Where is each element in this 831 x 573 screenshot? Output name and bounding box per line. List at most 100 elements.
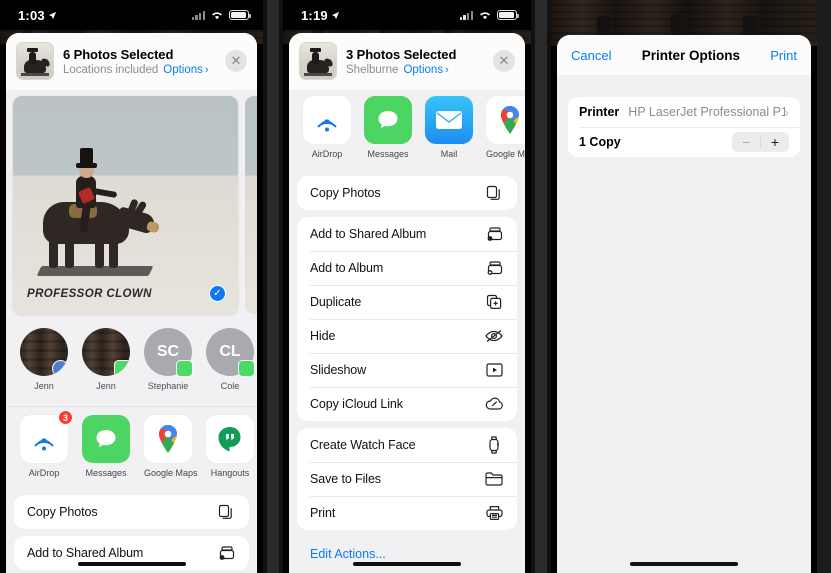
- action-row-copy-photos[interactable]: Copy Photos: [14, 495, 249, 529]
- close-icon[interactable]: ✕: [493, 50, 515, 72]
- share-sheet-1: 6 Photos Selected Locations included Opt…: [6, 33, 257, 573]
- action-label: Copy Photos: [27, 505, 98, 519]
- action-row-copy-icloud-link[interactable]: Copy iCloud Link: [297, 387, 517, 421]
- home-indicator: [353, 561, 461, 566]
- quantity-stepper[interactable]: − +: [732, 132, 789, 152]
- close-icon[interactable]: ✕: [225, 50, 247, 72]
- share-options-label: Options: [403, 63, 444, 76]
- cancel-button[interactable]: Cancel: [571, 48, 611, 63]
- action-row-duplicate[interactable]: Duplicate: [297, 285, 517, 319]
- app-label: Google Maps: [144, 468, 198, 478]
- action-row-print[interactable]: Print: [297, 496, 517, 530]
- action-group: Create Watch Face Save to Files Print: [297, 428, 517, 530]
- battery-icon: [497, 10, 520, 20]
- action-label: Copy Photos: [310, 186, 381, 200]
- photo-selected-check-icon[interactable]: ✓: [209, 285, 226, 302]
- screenshot-stage: 1:03 6 Photos Selected Locations include…: [0, 0, 831, 573]
- app-item-mail[interactable]: Mail: [425, 96, 473, 159]
- action-label: Create Watch Face: [310, 438, 416, 452]
- copy-icon: [484, 183, 504, 203]
- chevron-right-icon: ›: [204, 63, 209, 76]
- decrement-button[interactable]: −: [732, 132, 760, 152]
- avatar: [82, 328, 130, 376]
- avatar: SC: [144, 328, 193, 377]
- app-label: Messages: [367, 149, 409, 159]
- slideshow-icon: [484, 360, 504, 380]
- copy-icon: [216, 502, 236, 522]
- share-sheet-header-2: 3 Photos Selected Shelburne Options › ✕: [289, 33, 525, 90]
- share-subtitle: Locations included: [63, 63, 159, 76]
- action-row-add-album[interactable]: Add to Album: [297, 251, 517, 285]
- action-row-copy-photos[interactable]: Copy Photos: [297, 176, 517, 210]
- photo-preview-card[interactable]: PROFESSOR CLOWN ✓: [13, 96, 238, 314]
- printer-label: Printer: [579, 105, 620, 119]
- printer-options-nav: Cancel Printer Options Print: [557, 35, 811, 75]
- share-sheet-body-2: AirDrop Messages Mail Google M Copy Phot…: [289, 90, 525, 573]
- action-row-add-shared-album[interactable]: Add to Shared Album: [297, 217, 517, 251]
- duplicate-icon: [484, 292, 504, 312]
- watch-icon: [484, 435, 504, 455]
- contact-name: Jenn: [96, 381, 116, 391]
- signal-bars-icon: [191, 10, 205, 20]
- increment-button[interactable]: +: [761, 132, 789, 152]
- contact-item[interactable]: CL Cole: [206, 328, 255, 391]
- panel-divider-1: [263, 0, 283, 573]
- avatar: [20, 328, 68, 376]
- google-maps-icon: [486, 96, 525, 144]
- status-bar-2: 1:19: [283, 0, 531, 30]
- phone-panel-2: 1:19 3 Photos Selected Shelburne Options…: [283, 0, 531, 573]
- chevron-right-icon: ›: [445, 63, 449, 76]
- phone-panel-3: Cancel Printer Options Print Printer HP …: [551, 0, 817, 573]
- share-title: 6 Photos Selected: [63, 46, 174, 62]
- messages-icon: [82, 415, 130, 463]
- battery-icon: [229, 10, 252, 20]
- app-label: Mail: [440, 149, 458, 159]
- photo-preview-next-partial[interactable]: [245, 96, 257, 314]
- action-row-hide[interactable]: Hide: [297, 319, 517, 353]
- action-label: Add to Album: [310, 261, 384, 275]
- home-indicator: [77, 561, 186, 566]
- panel-divider-2: [531, 0, 551, 573]
- action-label: Copy iCloud Link: [310, 397, 403, 411]
- printer-select-row[interactable]: Printer HP LaserJet Professional P160...…: [568, 97, 800, 127]
- copies-label: 1 Copy: [579, 135, 621, 149]
- app-item-messages[interactable]: Messages: [364, 96, 412, 159]
- chevron-right-icon: ›: [784, 104, 789, 120]
- share-options-button[interactable]: Options ›: [163, 64, 208, 76]
- app-item-google-maps[interactable]: Google Maps: [486, 96, 525, 159]
- contact-item[interactable]: SC Stephanie: [144, 328, 193, 391]
- app-label: Google Maps: [486, 149, 525, 159]
- app-item-airdrop[interactable]: AirDrop: [303, 96, 351, 159]
- action-row-save-to-files[interactable]: Save to Files: [297, 462, 517, 496]
- signal-bars-icon: [459, 10, 473, 20]
- contact-item[interactable]: Jenn: [82, 328, 130, 391]
- action-label: Slideshow: [310, 363, 367, 377]
- facebook-messenger-icon: [52, 360, 68, 376]
- app-item-google-maps[interactable]: Google Maps: [144, 415, 198, 478]
- add-album-icon: [484, 258, 504, 278]
- photo-preview-row[interactable]: PROFESSOR CLOWN ✓: [6, 90, 257, 314]
- action-row-slideshow[interactable]: Slideshow: [297, 353, 517, 387]
- messages-icon: [114, 360, 130, 376]
- print-button[interactable]: Print: [770, 48, 797, 63]
- avatar-initials: CL: [219, 343, 241, 360]
- action-row-create-watch-face[interactable]: Create Watch Face: [297, 428, 517, 462]
- contact-item[interactable]: Jenn: [20, 328, 68, 391]
- wifi-icon: [480, 12, 490, 20]
- app-item-airdrop[interactable]: 3 AirDrop: [20, 410, 73, 478]
- app-item-hangouts[interactable]: Hangouts: [206, 415, 254, 478]
- status-time: 1:19: [301, 7, 328, 23]
- share-options-label: Options: [163, 63, 203, 76]
- location-arrow-icon: [331, 11, 339, 19]
- app-item-messages[interactable]: Messages: [82, 415, 130, 478]
- printer-options-card: Printer HP LaserJet Professional P160...…: [568, 97, 800, 157]
- status-bar-1: 1:03: [0, 0, 263, 30]
- messages-icon: [176, 360, 193, 377]
- share-options-button[interactable]: Options ›: [403, 64, 448, 76]
- copies-row: 1 Copy − +: [568, 127, 800, 157]
- app-label: AirDrop: [311, 149, 343, 159]
- action-label: Save to Files: [310, 472, 381, 486]
- avatar: CL: [206, 328, 255, 377]
- messages-icon: [364, 96, 412, 144]
- app-label: AirDrop: [28, 468, 60, 478]
